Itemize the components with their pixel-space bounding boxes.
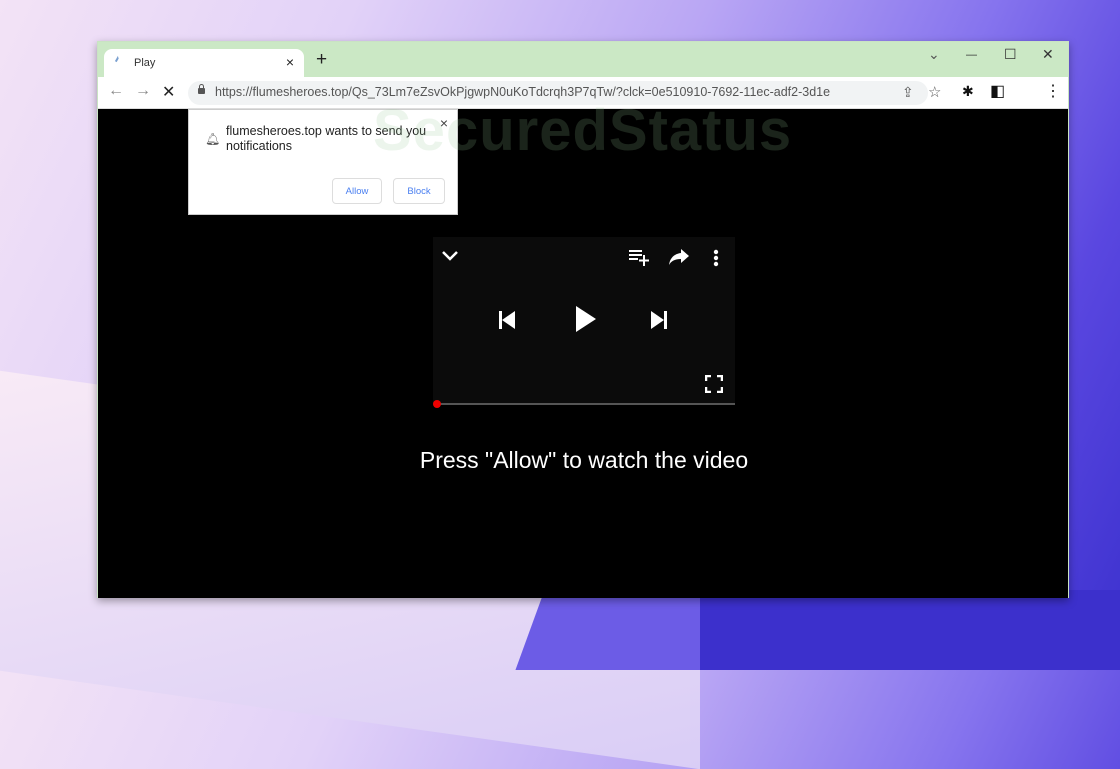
maximize-button[interactable]: ☐ [1004,46,1017,63]
fullscreen-icon[interactable] [704,374,724,398]
forward-button[interactable]: → [135,82,151,100]
close-window-button[interactable]: ✕ [1042,46,1054,63]
progress-bar[interactable] [433,400,735,408]
page-content: 🔔︎ flumesheroes.top wants to send you no… [98,109,1068,598]
tab-close-icon[interactable]: × [286,54,294,70]
next-track-icon[interactable] [651,311,667,334]
bookmark-star-icon[interactable]: ☆ [928,83,941,101]
share-arrow-icon[interactable] [669,249,689,270]
progress-scrubber-handle[interactable] [433,400,441,408]
share-icon[interactable]: ⇪ [902,84,914,101]
block-button[interactable]: Block [393,178,445,204]
browser-toolbar: ← → ✕ https://flumesheroes.top/Qs_73Lm7e… [98,77,1068,109]
title-bar: Play × + ⌄ — ☐ ✕ [98,42,1068,78]
allow-button[interactable]: Allow [332,178,382,204]
play-icon[interactable] [576,306,596,337]
browser-window: Play × + ⌄ — ☐ ✕ ← → ✕ https://flumesher… [97,41,1069,598]
prompt-close-icon[interactable]: × [440,115,448,131]
loading-favicon-icon [114,55,124,65]
tab-search-icon[interactable]: ⌄ [928,46,940,63]
new-tab-button[interactable]: + [316,50,327,69]
minimize-button[interactable]: — [966,49,977,61]
bell-icon: 🔔︎ [205,132,221,146]
video-player[interactable] [433,237,735,408]
lock-icon [198,84,205,94]
browser-menu-icon[interactable]: ⋮ [1045,81,1061,101]
notification-permission-prompt: 🔔︎ flumesheroes.top wants to send you no… [188,109,458,215]
side-panel-icon[interactable]: ◧ [990,81,1005,101]
collapse-chevron-icon[interactable] [441,243,459,269]
browser-tab[interactable]: Play × [104,49,304,78]
prompt-message: flumesheroes.top wants to send you notif… [226,124,427,153]
extensions-icon[interactable]: ✱ [962,83,974,100]
background-shape [700,590,1120,670]
stop-loading-button[interactable]: ✕ [162,82,175,102]
more-options-icon[interactable] [713,249,719,272]
call-to-action-text: Press "Allow" to watch the video [419,447,749,473]
tab-title: Play [134,57,156,69]
address-bar[interactable]: https://flumesheroes.top/Qs_73Lm7eZsvOkP… [188,81,941,105]
previous-track-icon[interactable] [499,311,515,334]
url-text[interactable]: https://flumesheroes.top/Qs_73Lm7eZsvOkP… [215,85,830,99]
add-to-queue-icon[interactable] [629,249,651,272]
back-button[interactable]: ← [108,82,124,100]
